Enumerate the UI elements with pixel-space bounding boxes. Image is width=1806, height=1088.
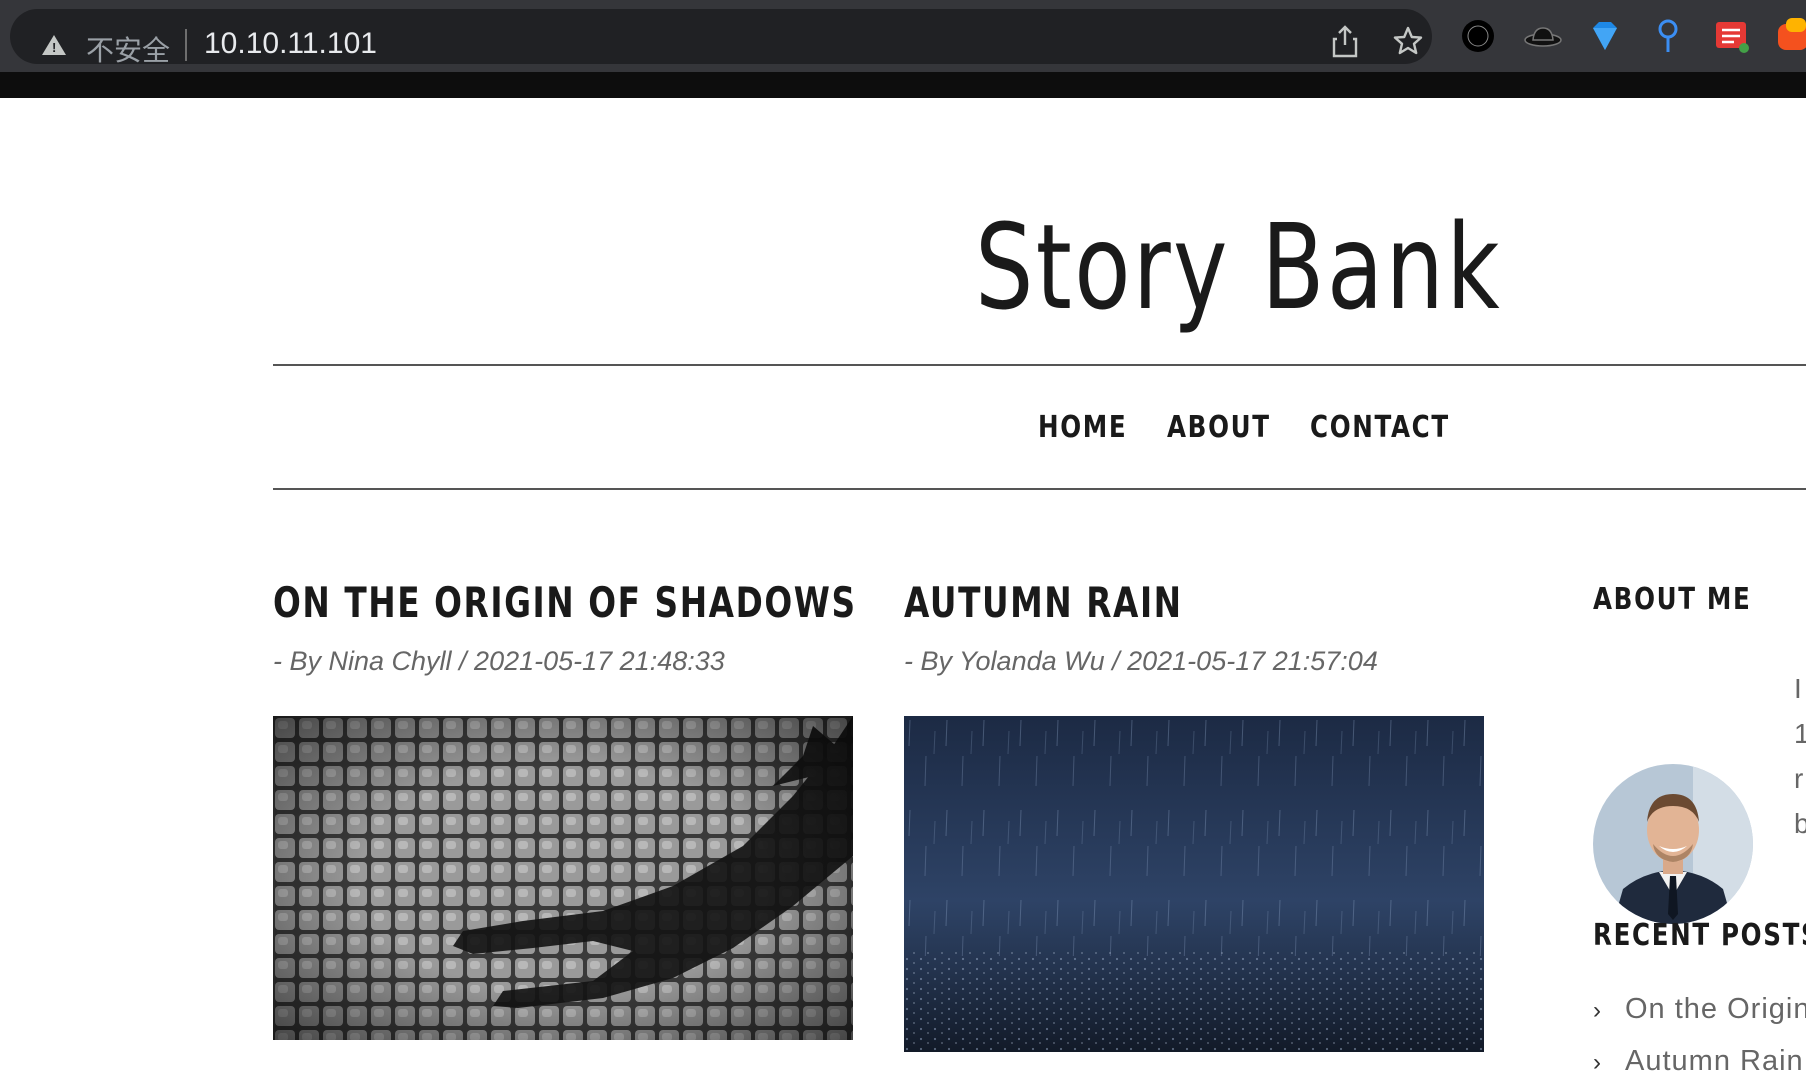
post-meta: - By Yolanda Wu / 2021-05-17 21:57:04 [904,646,1378,676]
about-text-fragment: r [1794,763,1804,794]
about-text-fragment: 1 [1794,718,1806,749]
nav-contact[interactable]: CONTACT [1310,410,1450,445]
recent-post-label[interactable]: On the Origin [1625,993,1806,1025]
post-title[interactable]: ON THE ORIGIN OF SHADOWS [273,578,857,627]
pin-extension-icon[interactable] [1650,18,1686,54]
nav-about[interactable]: ABOUT [1167,410,1271,445]
diamond-extension-icon[interactable] [1587,18,1623,54]
site-title[interactable]: Story Bank [975,198,1502,336]
chevron-right-icon: › [1593,997,1602,1024]
post-title[interactable]: AUTUMN RAIN [904,578,1183,627]
circle-extension-icon[interactable] [1460,18,1496,54]
browser-bookmark-strip [0,72,1806,98]
recent-posts-heading: RECENT POSTS [1593,918,1806,953]
recent-post-label[interactable]: Autumn Rain [1625,1045,1804,1077]
post-image-shadows[interactable] [273,716,853,1040]
about-me-heading: ABOUT ME [1593,582,1752,617]
address-bar[interactable]: ! 不安全 10.10.11.101 [10,9,1432,67]
star-icon[interactable] [1392,25,1424,65]
browser-toolbar: ! 不安全 10.10.11.101 [0,0,1806,72]
warning-icon[interactable]: ! [42,35,66,55]
recent-post-link[interactable]: › Autumn Rain [1593,1045,1804,1078]
author-avatar [1593,764,1753,924]
post-meta: - By Nina Chyll / 2021-05-17 21:48:33 [273,646,725,676]
insecure-label[interactable]: 不安全 [86,29,170,69]
hat-extension-icon[interactable] [1523,18,1562,54]
post-image-rain[interactable] [904,716,1484,1052]
header-divider-top [273,364,1806,366]
about-text-fragment: b [1794,808,1806,839]
address-divider [185,29,187,61]
chevron-right-icon: › [1593,1049,1602,1076]
nav-home[interactable]: HOME [1038,410,1127,445]
web-page: Story Bank HOME ABOUT CONTACT ON THE ORI… [0,98,1806,1088]
header-divider-bottom [273,488,1806,490]
about-text-fragment: I [1794,673,1802,704]
share-icon[interactable] [1330,25,1360,67]
url-text[interactable]: 10.10.11.101 [204,27,377,61]
list-extension-icon[interactable] [1714,18,1750,54]
recent-post-link[interactable]: › On the Origin [1593,993,1806,1026]
orange-extension-icon[interactable] [1776,18,1806,54]
